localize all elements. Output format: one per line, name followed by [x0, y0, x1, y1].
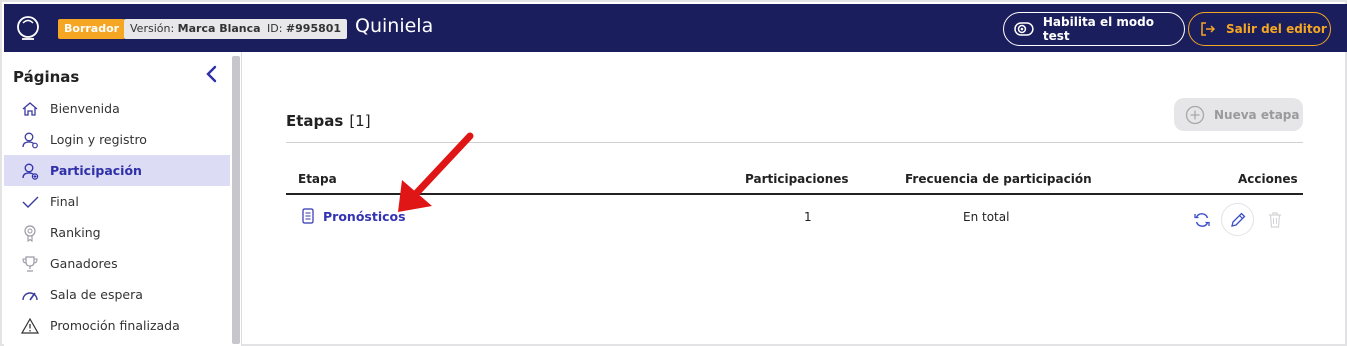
new-stage-label: Nueva etapa	[1214, 107, 1300, 122]
version-value: Marca Blanca	[177, 22, 261, 35]
refresh-icon	[1194, 213, 1210, 227]
sidebar-item-label: Final	[50, 194, 79, 209]
sidebar-item-bienvenida[interactable]: Bienvenida	[4, 93, 230, 124]
id-value: #995801	[285, 22, 342, 35]
sidebar-item-label: Bienvenida	[50, 101, 120, 116]
edit-stage-button[interactable]	[1221, 203, 1254, 236]
id-label: ID:	[267, 22, 283, 35]
trophy-icon	[21, 255, 39, 273]
sidebar-item-label: Participación	[50, 163, 142, 178]
exit-editor-label: Salir del editor	[1226, 22, 1327, 36]
status-badge: Borrador	[58, 19, 126, 39]
sidebar-item-label: Ganadores	[50, 256, 118, 271]
exit-editor-button[interactable]: Salir del editor	[1188, 12, 1331, 46]
stage-count: [1]	[349, 112, 371, 130]
page-title: Quiniela	[355, 15, 434, 37]
pages-sidebar: Páginas Bienvenida Login y registro Part…	[4, 52, 242, 346]
column-header-etapa: Etapa	[298, 172, 337, 186]
pencil-icon	[1230, 212, 1245, 227]
eye-toggle-icon	[1014, 22, 1034, 36]
pages-menu: Bienvenida Login y registro Participació…	[4, 93, 230, 341]
sidebar-item-label: Login y registro	[50, 132, 147, 147]
section-title: Etapas [1]	[286, 112, 371, 130]
sidebar-scrollbar[interactable]	[232, 56, 240, 344]
sidebar-title: Páginas	[13, 68, 80, 86]
sidebar-item-label: Sala de espera	[50, 287, 143, 302]
speedometer-icon	[21, 286, 39, 304]
sidebar-item-promocion-finalizada[interactable]: Promoción finalizada	[4, 310, 230, 341]
test-mode-button[interactable]: Habilita el modo test	[1003, 12, 1185, 46]
sidebar-item-ganadores[interactable]: Ganadores	[4, 248, 230, 279]
sidebar-item-login[interactable]: Login y registro	[4, 124, 230, 155]
column-header-participaciones: Participaciones	[745, 172, 849, 186]
user-add-icon	[21, 162, 39, 180]
new-stage-button[interactable]: Nueva etapa	[1174, 98, 1303, 131]
participations-cell: 1	[804, 210, 812, 224]
sidebar-item-final[interactable]: Final	[4, 186, 230, 217]
duplicate-stage-button[interactable]	[1191, 209, 1213, 231]
user-settings-icon	[21, 131, 39, 149]
version-badge: Versión: Marca Blanca	[124, 19, 267, 39]
id-badge: ID: #995801	[261, 19, 348, 39]
app-frame: Borrador Versión: Marca Blanca ID: #9958…	[0, 0, 1347, 346]
check-icon	[21, 193, 39, 211]
home-icon	[21, 100, 39, 118]
trash-icon	[1269, 212, 1281, 228]
top-bar: Borrador Versión: Marca Blanca ID: #9958…	[4, 4, 1347, 52]
plus-circle-icon	[1185, 105, 1205, 124]
test-mode-label: Habilita el modo test	[1042, 15, 1154, 43]
warning-icon	[21, 317, 39, 335]
delete-stage-button[interactable]	[1264, 209, 1286, 231]
stage-link[interactable]: Pronósticos	[301, 208, 406, 224]
sidebar-item-label: Promoción finalizada	[50, 318, 180, 333]
logo-icon	[17, 16, 39, 40]
sidebar-item-ranking[interactable]: Ranking	[4, 217, 230, 248]
sidebar-item-participacion[interactable]: Participación	[4, 155, 230, 186]
column-header-frecuencia: Frecuencia de participación	[905, 172, 1092, 186]
annotation-arrow-icon	[398, 132, 474, 212]
document-list-icon	[302, 208, 314, 224]
exit-icon	[1201, 22, 1216, 36]
section-title-text: Etapas	[286, 112, 344, 130]
column-header-acciones: Acciones	[1238, 172, 1298, 186]
sidebar-item-label: Ranking	[50, 225, 101, 240]
version-label: Versión:	[130, 22, 175, 35]
frequency-cell: En total	[963, 210, 1010, 224]
chevron-left-icon[interactable]	[204, 64, 220, 84]
sidebar-item-sala-de-espera[interactable]: Sala de espera	[4, 279, 230, 310]
medal-icon	[21, 224, 39, 242]
